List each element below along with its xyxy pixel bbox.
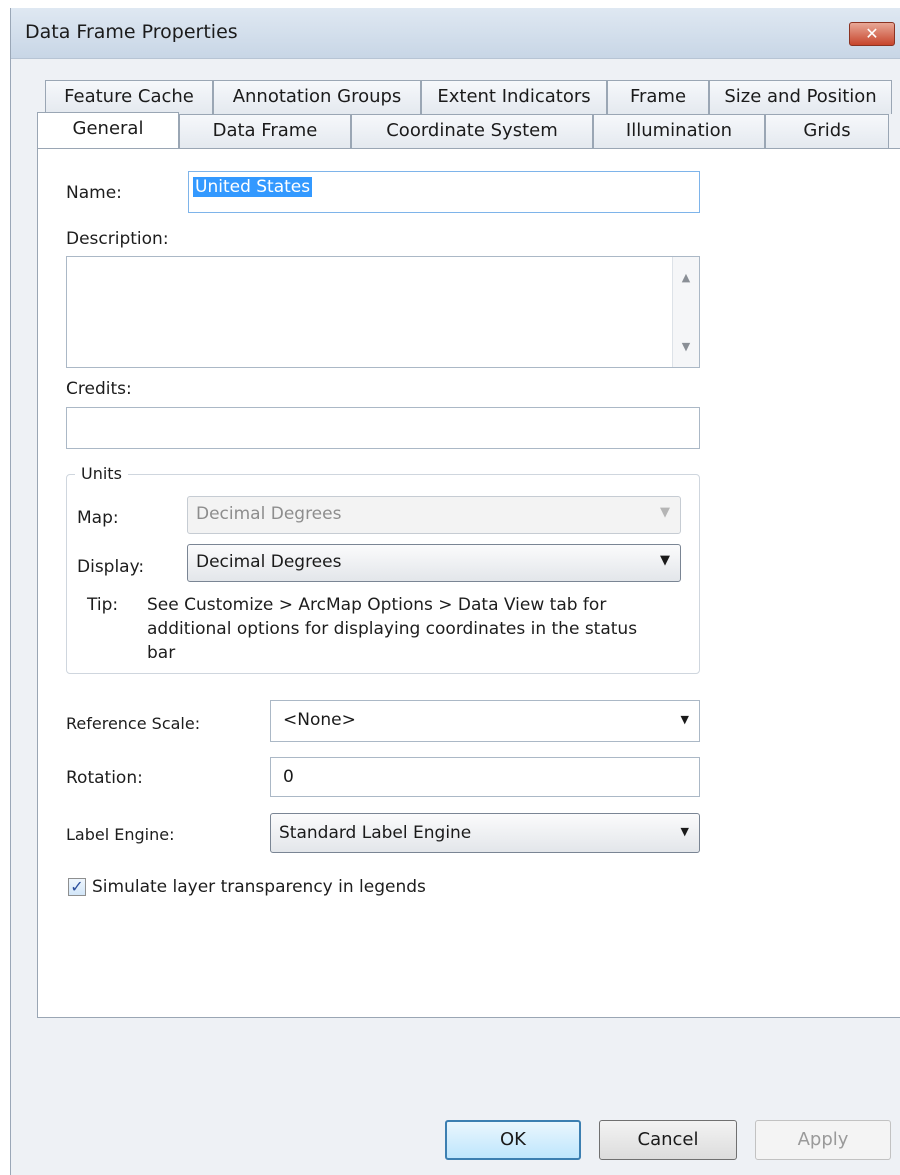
chevron-down-icon[interactable]: ▼ [681,713,689,726]
close-icon: ✕ [865,24,879,43]
tab-coordinate-system[interactable]: Coordinate System [351,114,593,148]
simulate-transparency-label[interactable]: Simulate layer transparency in legends [92,877,426,897]
description-scrollbar[interactable]: ▲ ▼ [672,257,699,367]
tip-text-line3: bar [147,643,176,663]
title-bar: Data Frame Properties ✕ [11,8,900,59]
simulate-transparency-checkbox[interactable]: ✓ [68,878,86,896]
rotation-input[interactable]: 0 [270,757,700,797]
tab-size-and-position[interactable]: Size and Position [709,80,892,114]
chevron-down-icon[interactable]: ▼ [681,825,689,838]
credits-label: Credits: [66,379,132,399]
reference-scale-value: <None> [283,710,356,730]
description-textarea[interactable]: ▲ ▼ [66,256,700,368]
tab-grids[interactable]: Grids [765,114,889,148]
cancel-button[interactable]: Cancel [599,1120,737,1160]
checkmark-icon: ✓ [70,877,84,896]
tab-general[interactable]: General [37,112,179,148]
display-units-label: Display: [77,557,145,577]
rotation-value: 0 [283,767,294,787]
map-units-combo: Decimal Degrees ▼ [187,496,681,534]
reference-scale-combo[interactable]: <None> ▼ [270,700,700,742]
label-engine-label: Label Engine: [66,825,175,844]
display-units-combo[interactable]: Decimal Degrees ▼ [187,544,681,582]
name-value: United States [193,177,313,197]
tab-annotation-groups[interactable]: Annotation Groups [213,80,421,114]
name-input[interactable]: United States [188,171,700,213]
tip-label: Tip: [87,595,119,615]
tab-feature-cache[interactable]: Feature Cache [45,80,213,114]
close-button[interactable]: ✕ [849,22,895,46]
chevron-down-icon: ▼ [660,505,670,520]
chevron-down-icon[interactable]: ▼ [660,553,670,568]
map-units-label: Map: [77,508,119,528]
scroll-up-icon[interactable]: ▲ [673,271,699,284]
dialog-window: Data Frame Properties ✕ Feature Cache An… [10,8,900,1175]
rotation-label: Rotation: [66,768,143,788]
tip-text-line1: See Customize > ArcMap Options > Data Vi… [147,595,607,615]
units-group-title: Units [75,464,128,483]
tab-extent-indicators[interactable]: Extent Indicators [421,80,607,114]
tab-data-frame[interactable]: Data Frame [179,114,351,148]
label-engine-combo[interactable]: Standard Label Engine ▼ [270,813,700,853]
credits-input[interactable] [66,407,700,449]
map-units-value: Decimal Degrees [196,504,342,524]
window-title: Data Frame Properties [25,21,238,43]
scroll-down-icon[interactable]: ▼ [673,340,699,353]
description-label: Description: [66,229,169,249]
apply-button[interactable]: Apply [755,1120,891,1160]
tab-frame[interactable]: Frame [607,80,709,114]
reference-scale-label: Reference Scale: [66,714,201,733]
ok-button[interactable]: OK [445,1120,581,1160]
label-engine-value: Standard Label Engine [279,823,472,843]
general-panel: Name: United States Description: ▲ ▼ Cre… [37,148,900,1018]
tip-text-line2: additional options for displaying coordi… [147,619,638,639]
display-units-value: Decimal Degrees [196,552,342,572]
tab-illumination[interactable]: Illumination [593,114,765,148]
name-label: Name: [66,183,122,203]
units-group: Units Map: Decimal Degrees ▼ Display: De… [66,464,700,674]
